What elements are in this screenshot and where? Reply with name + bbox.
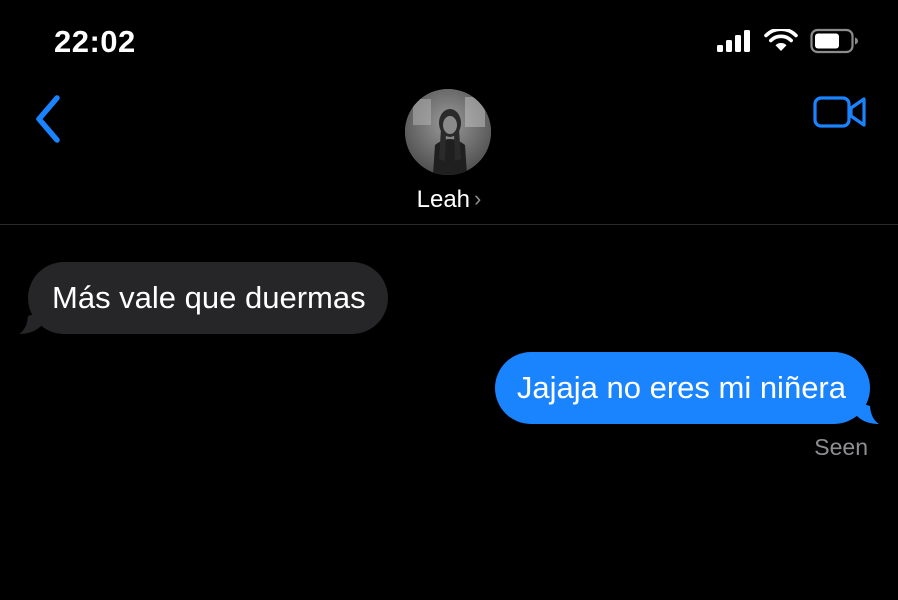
battery-icon: [810, 28, 860, 59]
message-text: Jajaja no eres mi niñera: [516, 370, 846, 405]
video-camera-icon: [813, 94, 867, 135]
outgoing-message-bubble[interactable]: Jajaja no eres mi niñera: [494, 352, 879, 424]
bubble-tail: [857, 402, 879, 424]
conversation-header: Leah ›: [0, 80, 898, 225]
message-text: Más vale que duermas: [52, 280, 366, 315]
contact-name-button[interactable]: Leah ›: [0, 186, 898, 214]
status-time: 22:02: [54, 24, 136, 59]
facetime-video-button[interactable]: [812, 94, 868, 134]
chevron-left-icon: [33, 94, 63, 149]
cellular-signal-icon: [716, 29, 752, 58]
incoming-message-bubble[interactable]: Más vale que duermas: [19, 262, 388, 334]
wifi-icon: [764, 26, 798, 58]
contact-avatar[interactable]: [405, 89, 491, 175]
status-bar: 22:02: [0, 0, 898, 80]
contact-name: Leah: [416, 186, 471, 213]
chevron-right-icon: ›: [474, 186, 482, 211]
status-icons: [716, 26, 860, 59]
bubble-tail: [19, 312, 41, 334]
message-thread: Más vale que duermas Jajaja no eres mi n…: [0, 225, 898, 600]
back-button[interactable]: [24, 94, 72, 148]
read-receipt: Seen: [814, 434, 868, 460]
